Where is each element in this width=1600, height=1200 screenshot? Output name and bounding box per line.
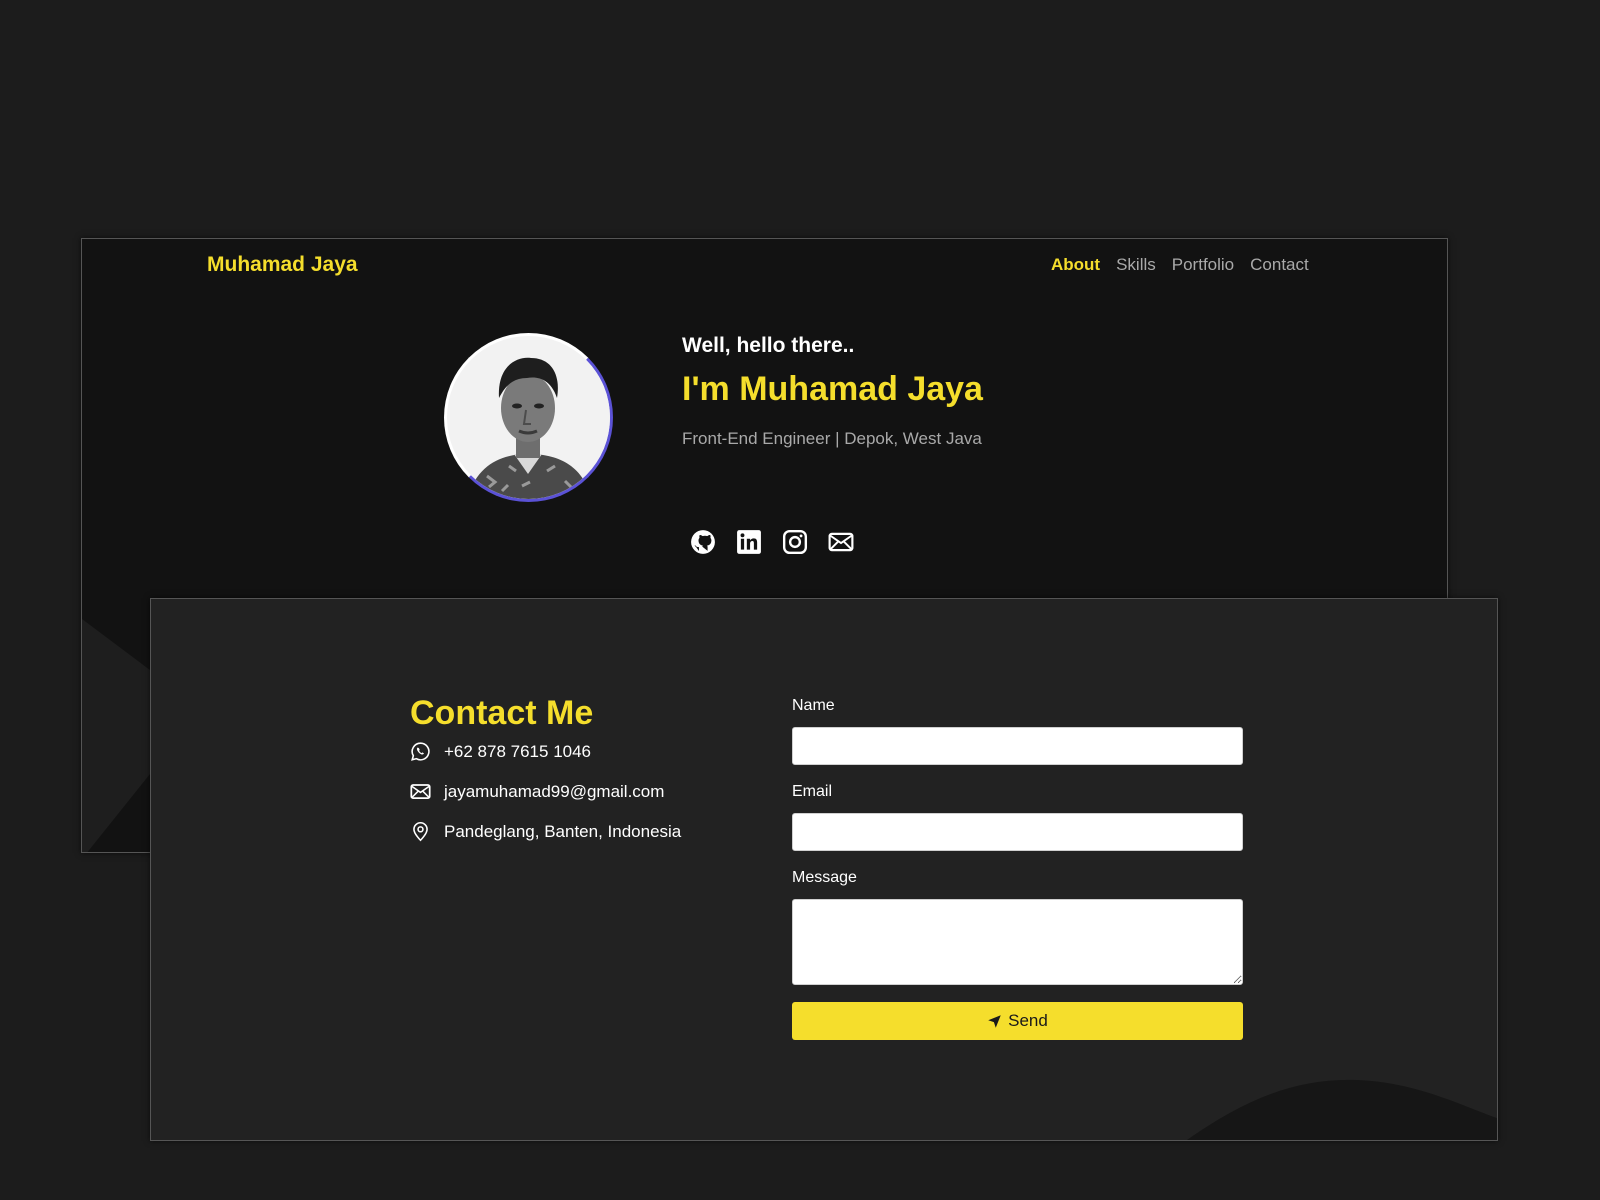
decorative-wave xyxy=(1187,1079,1497,1140)
nav-skills[interactable]: Skills xyxy=(1116,255,1156,275)
social-links xyxy=(690,529,854,555)
avatar xyxy=(444,333,613,502)
contact-location: Pandeglang, Banten, Indonesia xyxy=(410,821,681,842)
main-nav: About Skills Portfolio Contact xyxy=(1051,255,1309,275)
email-text[interactable]: jayamuhamad99@gmail.com xyxy=(444,782,664,802)
greeting-text: Well, hello there.. xyxy=(682,334,855,357)
contact-window: Contact Me +62 878 7615 1046 jayamuhamad… xyxy=(150,598,1498,1141)
message-label: Message xyxy=(792,869,857,886)
send-label: Send xyxy=(1008,1011,1048,1030)
message-textarea[interactable] xyxy=(792,899,1243,985)
brand-logo[interactable]: Muhamad Jaya xyxy=(207,253,358,277)
contact-email: jayamuhamad99@gmail.com xyxy=(410,781,664,802)
hero-subtitle: Front-End Engineer | Depok, West Java xyxy=(682,429,982,448)
whatsapp-icon xyxy=(411,742,430,761)
name-label: Name xyxy=(792,697,835,714)
send-arrow-icon xyxy=(988,1014,1001,1028)
name-input[interactable] xyxy=(792,727,1243,765)
github-icon[interactable] xyxy=(690,529,716,555)
instagram-icon[interactable] xyxy=(782,529,808,555)
contact-title: Contact Me xyxy=(410,694,594,732)
linkedin-icon[interactable] xyxy=(736,529,762,555)
mail-icon[interactable] xyxy=(828,529,854,555)
email-label: Email xyxy=(792,783,833,800)
nav-contact[interactable]: Contact xyxy=(1250,255,1309,275)
profile-photo xyxy=(447,336,610,499)
email-input[interactable] xyxy=(792,813,1243,851)
phone-text[interactable]: +62 878 7615 1046 xyxy=(444,742,591,762)
contact-phone: +62 878 7615 1046 xyxy=(410,741,591,762)
send-button[interactable]: Send xyxy=(792,1002,1243,1040)
hero-headline: I'm Muhamad Jaya xyxy=(682,370,983,408)
mail-icon xyxy=(410,784,431,799)
location-pin-icon xyxy=(413,821,428,842)
location-text: Pandeglang, Banten, Indonesia xyxy=(444,821,682,841)
nav-portfolio[interactable]: Portfolio xyxy=(1172,255,1234,275)
nav-about[interactable]: About xyxy=(1051,255,1100,275)
